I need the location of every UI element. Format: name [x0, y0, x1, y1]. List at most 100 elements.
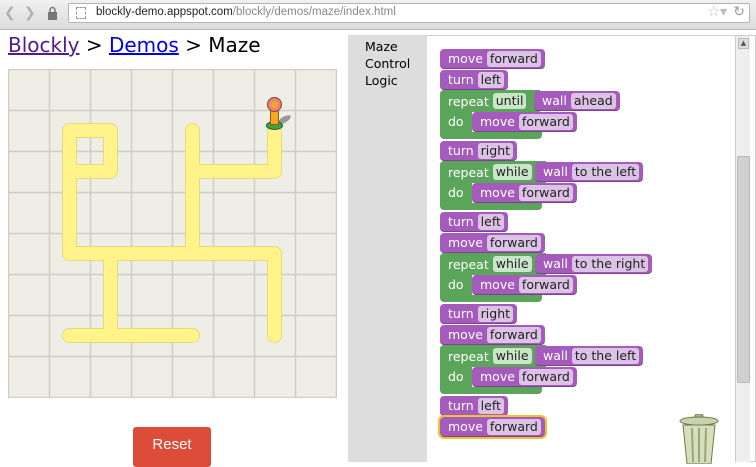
block-label: turn — [448, 398, 474, 413]
repeat-header: repeat while — [440, 253, 546, 275]
block-field-dropdown[interactable]: forward — [486, 418, 541, 435]
block-field-dropdown[interactable]: right — [477, 305, 514, 322]
breadcrumb-separator: > — [185, 33, 202, 57]
block-field-dropdown[interactable]: forward — [486, 326, 541, 343]
block-label: turn — [448, 214, 474, 229]
condition-dropdown[interactable]: to the left — [571, 163, 640, 180]
block-move[interactable]: move forward — [438, 415, 547, 439]
block-turn[interactable]: turn left — [440, 70, 508, 90]
toolbox-category-logic[interactable]: Logic — [365, 73, 398, 88]
repeat-mode-dropdown[interactable]: while — [492, 256, 532, 272]
scroll-thumb[interactable] — [737, 156, 750, 383]
block-wall-condition[interactable]: wall to the left — [535, 346, 644, 366]
repeat-footer — [440, 203, 542, 210]
block-label: wall — [543, 348, 568, 363]
repeat-mode-dropdown[interactable]: until — [492, 93, 527, 109]
condition-dropdown[interactable]: to the left — [571, 347, 640, 364]
block-move[interactable]: move forward — [472, 367, 577, 387]
block-label: move — [480, 114, 515, 129]
lock-icon — [48, 6, 57, 20]
block-move[interactable]: move forward — [472, 183, 577, 203]
repeat-header: repeat until — [440, 90, 541, 112]
back-icon[interactable]: ❮ — [4, 5, 16, 21]
block-turn[interactable]: turn right — [440, 304, 518, 324]
block-label: repeat — [448, 164, 489, 180]
block-field-dropdown[interactable]: forward — [518, 276, 573, 293]
block-repeat[interactable]: repeat while wall to the right do move forward — [440, 253, 756, 303]
block-field-dropdown[interactable]: forward — [518, 113, 573, 130]
block-field-dropdown[interactable]: right — [477, 142, 514, 159]
block-label: move — [480, 185, 515, 200]
breadcrumb-separator: > — [85, 33, 103, 57]
block-move[interactable]: move forward — [440, 233, 545, 253]
block-field-dropdown[interactable]: left — [477, 71, 504, 88]
reload-icon[interactable]: ↻ — [733, 4, 745, 20]
repeat-mode-dropdown[interactable]: while — [492, 348, 532, 364]
block-label: move — [448, 419, 483, 434]
breadcrumb-blockly[interactable]: Blockly — [8, 33, 79, 57]
program-blocks: move forward turn left repeat until wall ahead d… — [438, 48, 756, 439]
repeat-header: repeat while — [440, 161, 546, 183]
block-label: move — [480, 277, 515, 292]
block-row: turn right — [440, 303, 756, 324]
address-bar[interactable]: blockly-demo.appspot.com/blockly/demos/m… — [68, 3, 750, 23]
block-wall-condition[interactable]: wall to the left — [535, 162, 644, 182]
bookmark-star-icon[interactable]: ☆▾ — [707, 4, 727, 20]
block-turn[interactable]: turn left — [440, 396, 508, 416]
browser-toolbar: ❮ ❯ blockly-demo.appspot.com/blockly/dem… — [0, 0, 756, 30]
workspace-scrollbar[interactable]: ▲ — [735, 36, 750, 462]
trash-can-icon[interactable] — [678, 414, 720, 464]
condition-dropdown[interactable]: ahead — [570, 92, 616, 109]
block-row: move forward — [440, 48, 756, 69]
repeat-footer — [440, 132, 542, 139]
forward-icon[interactable]: ❯ — [24, 5, 36, 21]
repeat-do-label: do — [440, 183, 472, 203]
block-wall-condition[interactable]: wall to the right — [535, 254, 653, 274]
block-label: repeat — [448, 256, 489, 272]
block-label: move — [448, 51, 483, 66]
page-icon — [76, 7, 86, 19]
block-label: repeat — [448, 348, 489, 364]
block-turn[interactable]: turn left — [440, 212, 508, 232]
block-repeat[interactable]: repeat until wall ahead do move forward — [440, 90, 756, 140]
block-move[interactable]: move forward — [440, 49, 545, 69]
block-field-dropdown[interactable]: forward — [486, 50, 541, 67]
block-field-dropdown[interactable]: forward — [486, 234, 541, 251]
block-row: turn left — [440, 395, 756, 416]
repeat-header: repeat while — [440, 345, 546, 367]
block-move[interactable]: move forward — [472, 275, 577, 295]
block-field-dropdown[interactable]: forward — [518, 184, 573, 201]
repeat-mode-dropdown[interactable]: while — [492, 164, 532, 180]
block-label: move — [448, 235, 483, 250]
repeat-footer — [440, 387, 542, 394]
block-turn[interactable]: turn right — [440, 141, 518, 161]
url-host: blockly-demo.appspot.com — [96, 6, 233, 18]
block-field-dropdown[interactable]: left — [477, 213, 504, 230]
block-move[interactable]: move forward — [472, 112, 577, 132]
block-row: move forward — [440, 324, 756, 345]
block-label: repeat — [448, 93, 489, 109]
block-row: turn right — [440, 140, 756, 161]
block-label: wall — [543, 256, 568, 271]
block-field-dropdown[interactable]: forward — [518, 368, 573, 385]
block-wall-condition[interactable]: wall ahead — [534, 91, 620, 111]
block-label: turn — [448, 72, 474, 87]
block-repeat[interactable]: repeat while wall to the left do move forward — [440, 345, 756, 395]
scroll-up-arrow-icon[interactable]: ▲ — [738, 38, 749, 49]
block-label: wall — [543, 164, 568, 179]
condition-dropdown[interactable]: to the right — [571, 255, 649, 272]
repeat-do-label: do — [440, 112, 472, 132]
block-row: move forward — [440, 232, 756, 253]
toolbox: Maze Control Logic — [348, 35, 427, 462]
repeat-footer — [440, 295, 542, 302]
repeat-do-label: do — [440, 275, 472, 295]
reset-button[interactable]: Reset — [133, 427, 211, 467]
breadcrumb-demos[interactable]: Demos — [109, 33, 179, 57]
toolbox-category-control[interactable]: Control — [365, 56, 410, 71]
toolbox-category-maze[interactable]: Maze — [365, 39, 398, 54]
block-repeat[interactable]: repeat while wall to the left do move forward — [440, 161, 756, 211]
block-move[interactable]: move forward — [440, 325, 545, 345]
block-field-dropdown[interactable]: left — [477, 397, 504, 414]
block-row: turn left — [440, 69, 756, 90]
page-title: Blockly > Demos > Maze — [8, 33, 261, 57]
